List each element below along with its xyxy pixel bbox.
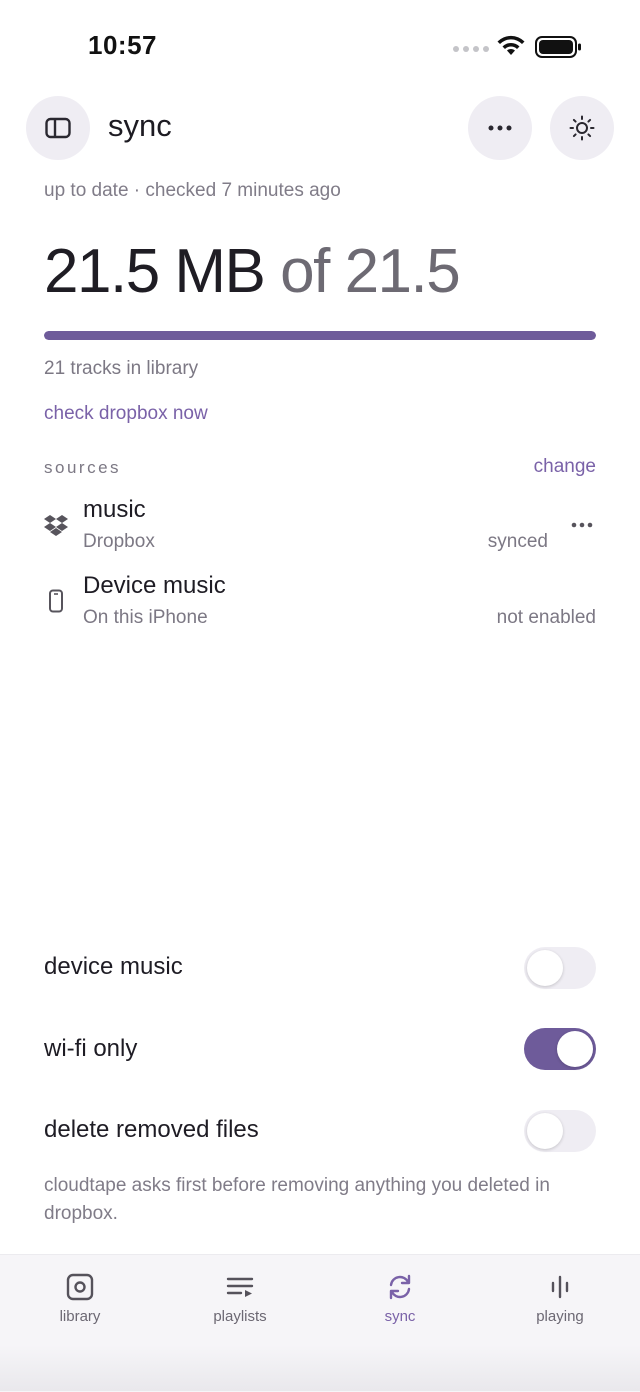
tab-label: sync <box>384 1308 416 1325</box>
device-music-label: device music <box>44 953 183 980</box>
battery-icon <box>535 36 581 58</box>
dropbox-icon <box>44 515 68 536</box>
check-dropbox-link[interactable]: check dropbox now <box>44 403 208 425</box>
sync-progress-fill <box>44 331 596 340</box>
tab-label: library <box>59 1308 101 1325</box>
theme-toggle-button[interactable] <box>550 96 614 160</box>
sync-status-text: up to date · checked 7 minutes ago <box>44 180 341 201</box>
storage-summary: 21.5 MB of 21.5 <box>44 236 461 307</box>
storage-total: of 21.5 <box>280 237 461 306</box>
sync-icon <box>389 1274 411 1300</box>
storage-used: 21.5 MB <box>44 237 266 306</box>
cellular-signal-icon <box>453 46 489 52</box>
sun-icon <box>569 115 595 141</box>
more-options-button[interactable] <box>468 96 532 160</box>
tab-label: playing <box>536 1308 584 1325</box>
tab-playlists[interactable]: playlists <box>160 1272 320 1325</box>
playing-icon <box>551 1275 569 1299</box>
source-row-dropbox[interactable]: music Dropbox synced <box>0 494 640 558</box>
sources-heading: sources <box>44 458 122 477</box>
sync-progress-bar <box>44 331 596 340</box>
source-more-icon[interactable] <box>571 522 593 528</box>
wifi-only-label: wi-fi only <box>44 1035 138 1062</box>
source-name: music <box>83 496 146 523</box>
sidebar-toggle-button[interactable] <box>26 96 90 160</box>
source-provider: On this iPhone <box>83 607 208 628</box>
home-indicator-area <box>0 1345 640 1391</box>
library-icon <box>66 1273 94 1301</box>
source-name: Device music <box>83 572 226 599</box>
wifi-icon <box>497 35 525 55</box>
source-provider: Dropbox <box>83 531 155 552</box>
track-count: 21 tracks in library <box>44 358 199 379</box>
change-sources-link[interactable]: change <box>534 456 596 478</box>
tab-label: playlists <box>213 1308 267 1325</box>
more-icon <box>488 125 512 131</box>
tab-library[interactable]: library <box>0 1272 160 1325</box>
playlists-icon <box>226 1277 254 1297</box>
page-title: sync <box>108 108 172 143</box>
delete-removed-label: delete removed files <box>44 1116 259 1143</box>
device-music-toggle[interactable] <box>524 947 596 989</box>
delete-note: cloudtape asks first before removing any… <box>44 1175 550 1224</box>
tab-sync[interactable]: sync <box>320 1272 480 1325</box>
source-status: not enabled <box>496 607 596 628</box>
sidebar-icon <box>45 117 71 139</box>
phone-icon <box>49 589 63 613</box>
delete-removed-toggle[interactable] <box>524 1110 596 1152</box>
source-status: synced <box>487 531 548 552</box>
tab-playing[interactable]: playing <box>480 1272 640 1325</box>
wifi-only-toggle[interactable] <box>524 1028 596 1070</box>
source-row-device[interactable]: Device music On this iPhone not enabled <box>0 570 640 634</box>
status-time: 10:57 <box>88 30 157 60</box>
